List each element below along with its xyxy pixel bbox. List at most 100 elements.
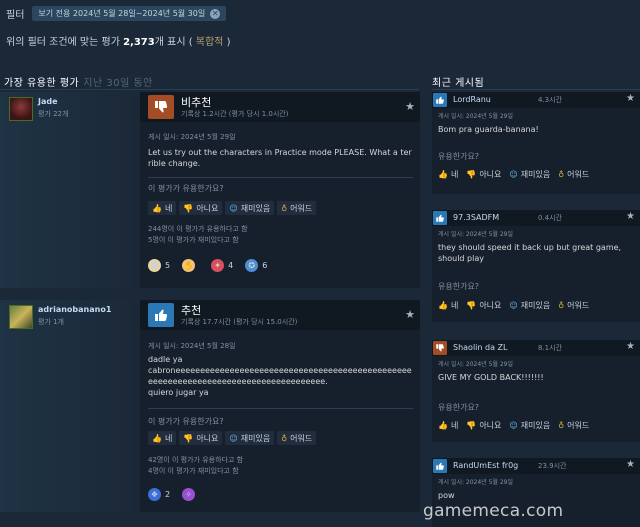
recent-author[interactable]: RandUmEst fr0g — [453, 461, 518, 470]
award-item[interactable]: ☻ 5 — [148, 259, 170, 272]
review-author-panel: adrianobanano1 평가 1개 — [0, 300, 140, 512]
star-icon[interactable]: ★ — [626, 341, 635, 352]
review-text: dadle ya cabroneeeeeeeeeeeeeeeeeeeeeeeee… — [148, 355, 412, 397]
award-item[interactable]: ✧ — [182, 488, 199, 501]
thumbs-down-icon — [433, 341, 447, 355]
helpful-question: 유용한가요? — [438, 282, 480, 291]
award-count: 5 — [165, 261, 171, 270]
vote-funny-button[interactable]: ☺ 재미있음 — [509, 169, 550, 180]
recent-posted: 게시 일시: 2024년 5월 29일 — [438, 361, 514, 368]
avatar[interactable] — [9, 97, 33, 121]
date-filter-chip[interactable]: 보기 전용 2024년 5월 28일~2024년 5월 30일 ✕ — [32, 6, 227, 21]
recent-heading: 최근 게시됨 — [432, 78, 485, 89]
vote-funny-button[interactable]: ☺ 재미있음 — [225, 201, 275, 215]
star-icon[interactable]: ★ — [626, 459, 635, 470]
vote-yes-button[interactable]: 👍 네 — [438, 169, 458, 180]
vote-funny-button[interactable]: ☺ 재미있음 — [225, 431, 275, 445]
sparkle-award-icon: ✧ — [182, 488, 196, 501]
award-button[interactable]: ♁ 어워드 — [558, 169, 589, 180]
hand-award-icon: ✋ — [182, 259, 196, 272]
vote-funny-button[interactable]: ☺ 재미있음 — [509, 420, 550, 431]
recent-author[interactable]: 97.3SADFM — [453, 213, 499, 222]
award-item[interactable]: ✋ — [182, 259, 199, 272]
review-header: 비추천 기록상 1.2시간 (평가 당시 1.0시간) ★ — [140, 92, 420, 122]
thumbs-down-icon: 👎 — [466, 301, 477, 310]
star-icon[interactable]: ★ — [405, 308, 415, 321]
award-item[interactable]: ✪ 6 — [245, 259, 267, 272]
vote-funny-label: 재미있음 — [240, 203, 271, 213]
vote-yes-label: 네 — [164, 433, 173, 443]
vote-yes-button[interactable]: 👍 네 — [148, 201, 177, 215]
vote-yes-label: 네 — [164, 203, 173, 213]
review-header: 추천 기록상 17.7시간 (평가 당시 15.0시간) ★ — [140, 300, 420, 330]
vote-no-button[interactable]: 👎 아니요 — [466, 300, 501, 311]
star-icon[interactable]: ★ — [405, 100, 415, 113]
review-verdict: 추천 — [181, 304, 202, 317]
thumbs-down-icon: 👎 — [183, 433, 194, 443]
recent-text: Bom pra guarda-banana! — [438, 125, 539, 134]
recent-text: pow — [438, 491, 455, 500]
star-icon[interactable]: ★ — [626, 93, 635, 104]
review-count: 2,373 — [123, 37, 155, 48]
overall-rating[interactable]: 복합적 — [196, 37, 224, 48]
review-author-panel: Jade 평가 22개 — [0, 92, 140, 288]
divider — [0, 89, 419, 90]
vote-no-button[interactable]: 👎 아니요 — [466, 420, 501, 431]
award-button[interactable]: ♁ 어워드 — [558, 420, 589, 431]
award-item[interactable]: ✦ 4 — [211, 259, 233, 272]
recent-posted: 게시 일시: 2024년 5월 29일 — [438, 231, 514, 238]
author-reviews-count[interactable]: 평가 1개 — [38, 317, 64, 327]
award-count: 2 — [165, 490, 171, 499]
review-summary: 위의 필터 조건에 맞는 평가 2,373개 표시 ( 복합적 ) — [6, 33, 230, 48]
vote-yes-button[interactable]: 👍 네 — [438, 420, 458, 431]
thumbs-up-icon — [433, 211, 447, 225]
thumbs-up-icon: 👍 — [438, 170, 448, 179]
vote-funny-button[interactable]: ☺ 재미있음 — [509, 300, 550, 311]
vote-no-label: 아니요 — [479, 301, 502, 310]
vote-no-button[interactable]: 👎 아니요 — [179, 201, 223, 215]
helpful-question: 유용한가요? — [438, 403, 480, 412]
thumbs-down-icon — [148, 95, 174, 119]
award-label: 어워드 — [567, 170, 590, 179]
review-body: 비추천 기록상 1.2시간 (평가 당시 1.0시간) ★ 게시 일시: 202… — [140, 92, 420, 288]
thumbs-down-icon: 👎 — [466, 421, 477, 430]
review-stats: 244명이 이 평가가 유용하다고 함 5명이 이 평가가 재미있다고 함 — [148, 225, 248, 244]
vote-yes-button[interactable]: 👍 네 — [148, 431, 177, 445]
vote-buttons: 👍 네 👎 아니요 ☺ 재미있음 ♁ 어워드 — [148, 201, 317, 215]
recent-author[interactable]: Shaolin da ZL — [453, 343, 507, 352]
award-label: 어워드 — [290, 433, 313, 443]
award-label: 어워드 — [567, 301, 590, 310]
vote-no-button[interactable]: 👎 아니요 — [179, 431, 223, 445]
filter-bar: 필터 보기 전용 2024년 5월 28일~2024년 5월 30일 ✕ — [6, 6, 227, 21]
author-name[interactable]: Jade — [38, 97, 58, 106]
thumbs-up-icon: 👍 — [152, 203, 162, 213]
star-icon[interactable]: ★ — [626, 211, 635, 222]
helpful-question: 이 평가가 유용한가요? — [148, 417, 224, 426]
award-count: 6 — [262, 261, 268, 270]
award-count: 4 — [228, 261, 234, 270]
avatar[interactable] — [9, 305, 33, 329]
award-button[interactable]: ♁ 어워드 — [558, 300, 589, 311]
review-card: Jade 평가 22개 비추천 기록상 1.2시간 (평가 당시 1.0시간) … — [0, 92, 420, 288]
vote-no-button[interactable]: 👎 아니요 — [466, 169, 501, 180]
author-name[interactable]: adrianobanano1 — [38, 305, 111, 314]
award-button[interactable]: ♁ 어워드 — [277, 201, 317, 215]
recent-text: they should speed it back up but great g… — [438, 243, 622, 263]
thumbs-up-icon: 👍 — [438, 301, 448, 310]
helpful-question: 이 평가가 유용한가요? — [148, 184, 224, 193]
review-text: Let us try out the characters in Practic… — [148, 148, 412, 168]
award-icon: ♁ — [558, 170, 565, 179]
author-reviews-count[interactable]: 평가 22개 — [38, 109, 68, 119]
smile-icon: ☺ — [229, 433, 238, 443]
award-icon: ♁ — [281, 433, 288, 443]
close-icon[interactable]: ✕ — [210, 8, 221, 19]
award-item[interactable]: ❖ 2 — [148, 488, 170, 501]
recent-review-header: Shaolin da ZL 8.1시간 ★ — [432, 340, 640, 356]
recent-author[interactable]: LordRanu — [453, 95, 491, 104]
vote-yes-button[interactable]: 👍 네 — [438, 300, 458, 311]
vote-yes-label: 네 — [450, 421, 459, 430]
recent-review-card: 97.3SADFM 0.4시간 ★ 게시 일시: 2024년 5월 29일 th… — [432, 210, 640, 322]
summary-end: ) — [223, 37, 231, 48]
award-button[interactable]: ♁ 어워드 — [277, 431, 317, 445]
award-icon: ♁ — [281, 203, 288, 213]
